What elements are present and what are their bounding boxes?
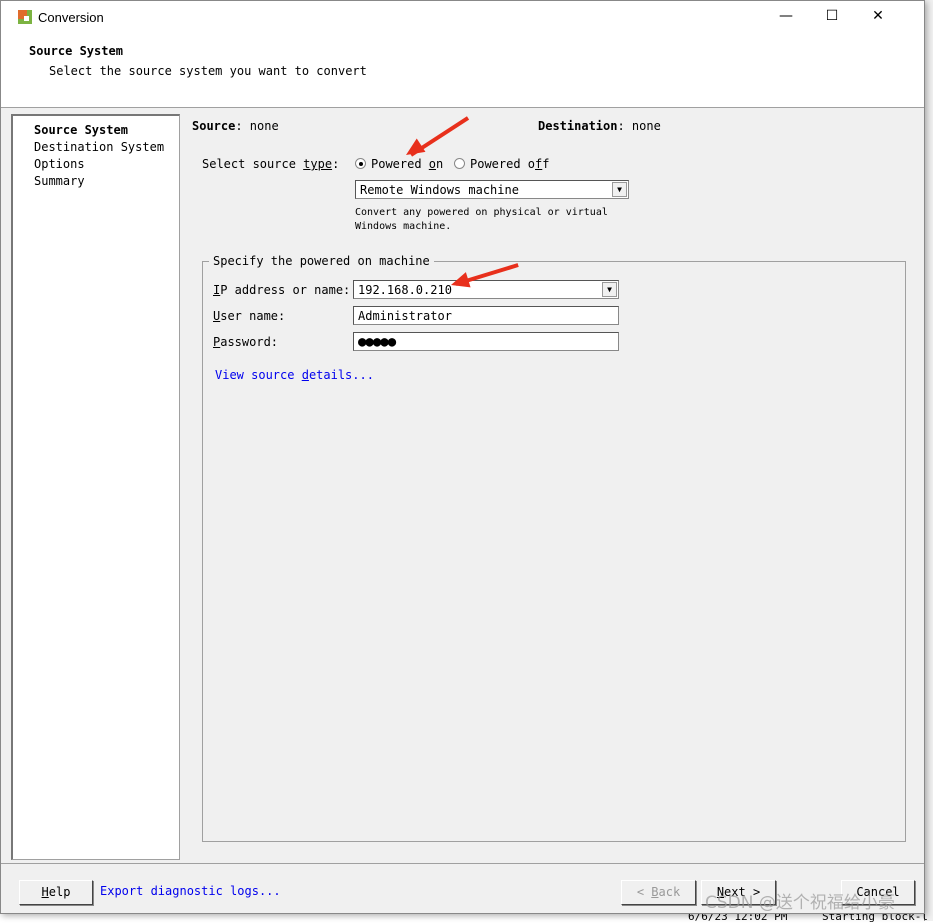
wizard-steps: Source System Destination System Options… <box>11 114 180 860</box>
step-options[interactable]: Options <box>34 156 179 173</box>
password-input[interactable]: ●●●●● <box>353 332 619 351</box>
help-button[interactable]: Help <box>19 880 93 905</box>
step-summary[interactable]: Summary <box>34 173 179 190</box>
machine-type-select[interactable]: Remote Windows machine ▼ <box>355 180 629 199</box>
destination-summary: Destination: none <box>538 119 661 133</box>
step-source-system[interactable]: Source System <box>34 122 179 139</box>
user-name-label: User name: <box>213 309 286 323</box>
user-name-input[interactable]: Administrator <box>353 306 619 325</box>
minimize-button[interactable]: — <box>763 1 809 31</box>
watermark: CSDN @送个祝福给小豪 <box>705 893 895 913</box>
window-title: Conversion <box>38 9 104 25</box>
wizard-header: Source System Select the source system y… <box>1 33 924 108</box>
footer-divider <box>1 863 924 864</box>
radio-icon[interactable] <box>355 158 366 169</box>
back-button[interactable]: < Back <box>621 880 696 905</box>
step-destination-system[interactable]: Destination System <box>34 139 179 156</box>
powered-off-radio[interactable]: Powered off <box>454 157 550 171</box>
conversion-dialog: Conversion — ☐ ✕ Source System Select th… <box>0 0 925 914</box>
page-subtitle: Select the source system you want to con… <box>49 64 367 78</box>
password-label: Password: <box>213 335 279 349</box>
ip-label: IP address or name: <box>213 283 351 297</box>
background-window-edge <box>924 0 933 921</box>
maximize-button[interactable]: ☐ <box>809 1 855 31</box>
title-bar: Conversion — ☐ ✕ <box>1 1 924 33</box>
ip-address-input[interactable]: 192.168.0.210 ▼ <box>353 280 619 299</box>
chevron-down-icon[interactable]: ▼ <box>612 182 627 197</box>
export-diagnostic-logs-link[interactable]: Export diagnostic logs... <box>100 884 281 898</box>
powered-on-radio[interactable]: Powered on <box>355 157 443 171</box>
source-type-label: Select source type: <box>202 157 340 171</box>
view-source-details-link[interactable]: View source details... <box>215 368 374 382</box>
machine-type-description: Convert any powered on physical or virtu… <box>355 207 608 232</box>
page-title: Source System <box>29 44 123 58</box>
source-summary: Source: none <box>192 119 279 133</box>
chevron-down-icon[interactable]: ▼ <box>602 282 617 297</box>
radio-icon[interactable] <box>454 158 465 169</box>
group-legend: Specify the powered on machine <box>209 254 434 268</box>
close-button[interactable]: ✕ <box>855 1 901 31</box>
converter-app-icon <box>18 10 32 24</box>
